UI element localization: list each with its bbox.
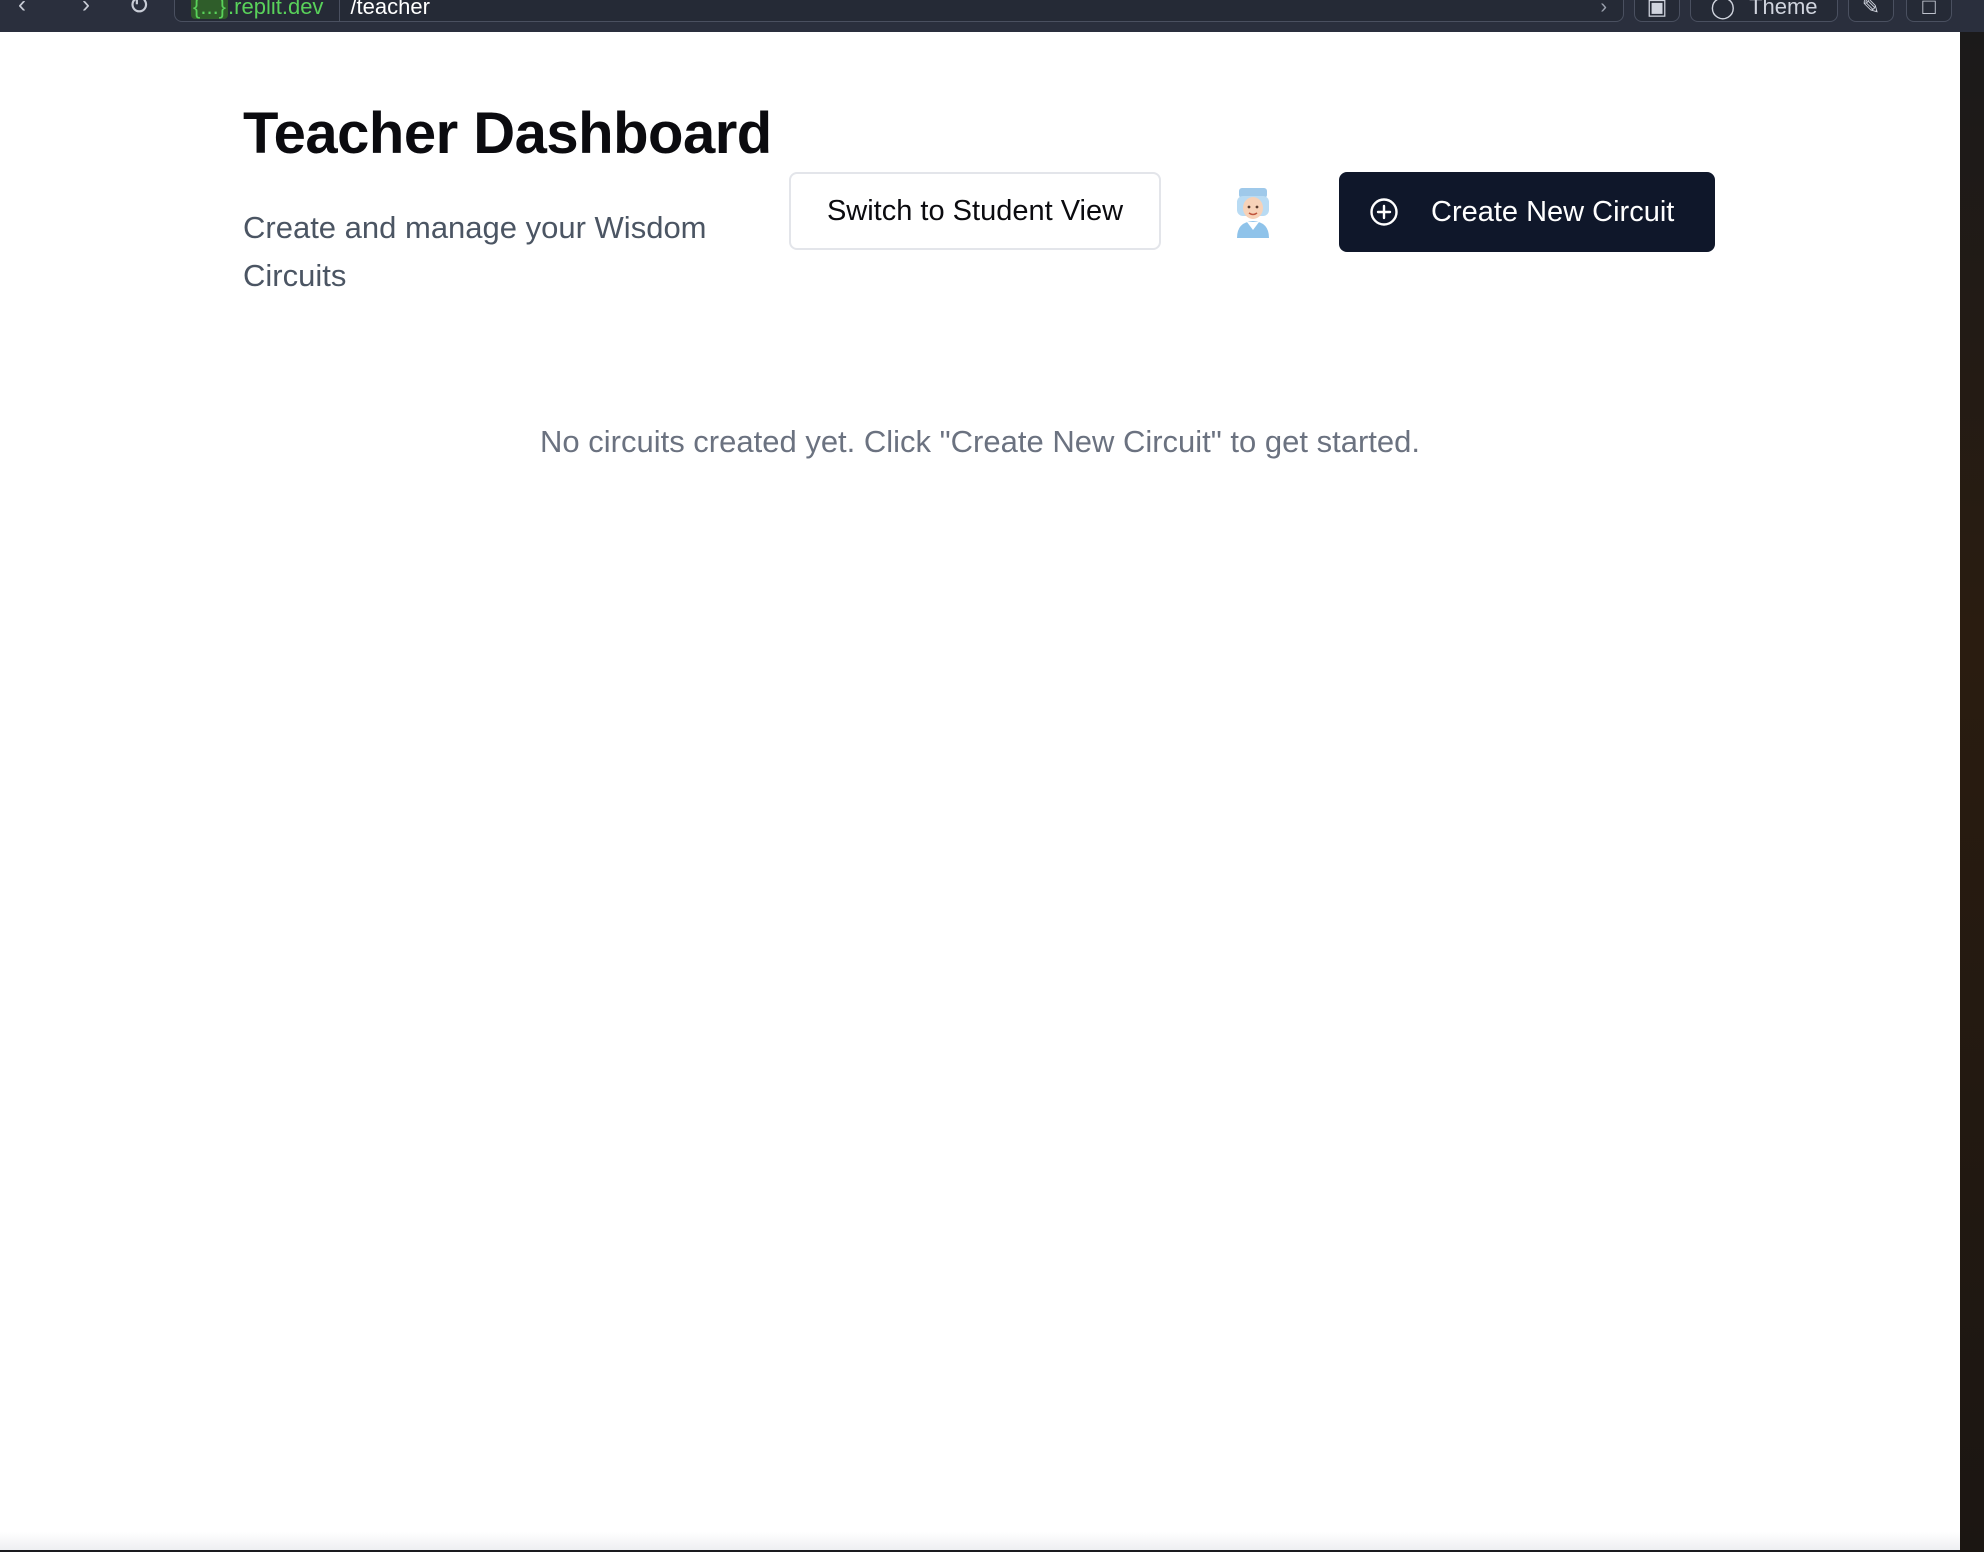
page-subtitle: Create and manage your Wisdom Circuits: [243, 210, 707, 293]
address-host-prefix: {...}: [191, 0, 229, 19]
forward-icon[interactable]: ›: [82, 0, 90, 17]
switch-view-label: Switch to Student View: [826, 194, 1124, 227]
switch-to-student-view-button[interactable]: Switch to Student View: [789, 172, 1161, 250]
reload-icon[interactable]: ↻: [128, 0, 150, 18]
create-circuit-label: Create New Circuit: [1431, 195, 1675, 228]
back-icon[interactable]: ‹: [18, 0, 26, 17]
empty-state-message: No circuits created yet. Click "Create N…: [540, 424, 1420, 459]
page-title: Teacher Dashboard: [243, 101, 772, 166]
palette-icon: ◯: [1710, 0, 1736, 19]
monitor-icon: ▣: [1646, 0, 1668, 19]
theme-label: Theme: [1749, 0, 1818, 19]
address-host: {...}.replit.dev: [185, 0, 329, 20]
wrench-icon: ✎: [1861, 0, 1881, 19]
theme-button[interactable]: ◯ Theme: [1690, 0, 1838, 22]
browser-toolbar: ‹ › ↻ {...}.replit.dev /teacher › ▣ ◯ Th…: [0, 0, 1984, 32]
address-path: /teacher: [350, 0, 430, 19]
tools-button[interactable]: ✎: [1848, 0, 1894, 22]
share-button[interactable]: □: [1906, 0, 1952, 22]
bottom-divider: [0, 1532, 1960, 1550]
teacher-avatar-icon[interactable]: [1231, 186, 1275, 238]
devices-button[interactable]: ▣: [1634, 0, 1680, 22]
share-icon: □: [1922, 0, 1936, 19]
chevron-right-icon[interactable]: ›: [1600, 0, 1607, 19]
create-new-circuit-button[interactable]: Create New Circuit: [1339, 172, 1715, 252]
page-content: Teacher Dashboard Create and manage your…: [0, 32, 1960, 1550]
address-divider: [339, 0, 341, 21]
address-bar[interactable]: {...}.replit.dev /teacher ›: [174, 0, 1624, 22]
plus-circle-icon: [1370, 198, 1398, 226]
window-edge: [1960, 32, 1984, 1552]
address-host-suffix: .replit.dev: [228, 0, 324, 19]
